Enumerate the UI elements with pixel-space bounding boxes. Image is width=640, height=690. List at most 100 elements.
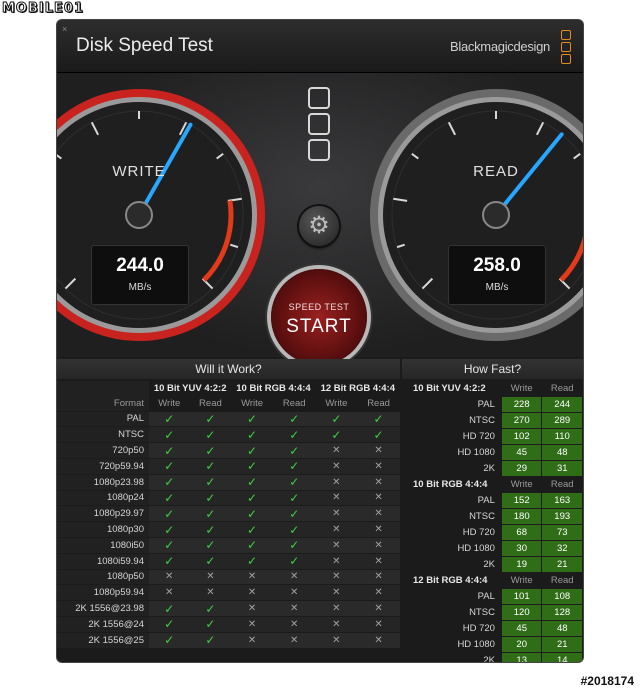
table-row: NTSC 120 128: [402, 604, 583, 621]
result-cell: ✓: [149, 600, 190, 617]
write-fps-value: 13: [500, 652, 543, 662]
write-fps-value: 228: [500, 396, 543, 413]
result-cell: ✓: [231, 442, 273, 459]
write-column-header: Write: [158, 397, 181, 409]
checkmark-icon: ✓: [205, 633, 216, 648]
cross-icon: ✕: [247, 634, 257, 646]
cross-icon: ✕: [290, 618, 299, 630]
result-cell: ✓: [272, 536, 316, 554]
table-row: 1080p23.98 ✓ ✓ ✓ ✓ ✕ ✕: [57, 473, 400, 491]
checkmark-icon: ✓: [289, 459, 300, 474]
group-name: 10 Bit YUV 4:2:2: [413, 383, 486, 395]
read-fps-value: 289: [541, 412, 583, 429]
settings-gear-button[interactable]: ⚙: [299, 206, 339, 246]
read-fps-value: 32: [541, 540, 583, 557]
result-cell: ✕: [357, 521, 400, 538]
result-cell: ✓: [189, 600, 232, 617]
read-column-header: Read: [367, 397, 390, 409]
result-cell: ✓: [149, 521, 190, 538]
result-cell: ✕: [357, 473, 400, 491]
checkmark-icon: ✓: [205, 475, 216, 490]
result-cell: ✕: [272, 568, 316, 585]
table-row: HD 720 45 48: [402, 620, 583, 637]
table-row: 2K 1556@23.98 ✓ ✓ ✕ ✕ ✕ ✕: [57, 600, 400, 617]
close-icon[interactable]: ×: [62, 24, 67, 34]
format-name: 2K 1556@23.98: [57, 600, 149, 617]
format-name: PAL: [57, 410, 149, 427]
gauge-hub: [482, 201, 510, 229]
checkmark-icon: ✓: [205, 554, 216, 569]
group-name: 10 Bit RGB 4:4:4: [413, 479, 488, 490]
cross-icon: ✕: [374, 476, 383, 488]
write-fps-value: 29: [500, 460, 543, 477]
format-name: 1080p23.98: [57, 473, 149, 491]
cross-icon: ✕: [247, 603, 257, 615]
result-cell: ✕: [315, 489, 358, 506]
format-name: 1080p24: [57, 489, 149, 506]
result-cell: ✓: [231, 505, 273, 522]
cross-icon: ✕: [165, 571, 174, 583]
format-name: NTSC: [469, 607, 495, 618]
table-row: PAL 152 163: [402, 492, 583, 509]
write-speed-unit: MB/s: [128, 282, 152, 293]
start-button[interactable]: SPEED TEST START: [271, 269, 367, 365]
checkmark-icon: ✓: [289, 443, 300, 458]
write-fps-value: 20: [500, 636, 543, 653]
result-cell: ✕: [231, 600, 273, 617]
checkmark-icon: ✓: [205, 538, 216, 553]
table-row: HD 1080 45 48: [402, 444, 583, 461]
result-cell: ✓: [189, 489, 232, 506]
result-cell: ✓: [189, 631, 232, 648]
cross-icon: ✕: [374, 587, 383, 599]
cross-icon: ✕: [374, 618, 383, 630]
checkmark-icon: ✓: [164, 538, 175, 553]
table-row: NTSC ✓ ✓ ✓ ✓ ✓ ✓: [57, 426, 400, 443]
checkmark-icon: ✓: [289, 427, 300, 442]
result-cell: ✓: [149, 473, 190, 491]
result-cell: ✕: [315, 536, 358, 554]
result-cell: ✕: [315, 442, 358, 459]
format-name: 1080i59.94: [57, 552, 149, 570]
cross-icon: ✕: [332, 634, 341, 646]
result-cell: ✓: [272, 521, 316, 538]
result-cell: ✓: [149, 410, 190, 427]
table-row: 2K 1556@25 ✓ ✓ ✕ ✕ ✕ ✕: [57, 631, 400, 648]
result-cell: ✕: [357, 442, 400, 459]
checkmark-icon: ✓: [247, 443, 258, 458]
result-cell: ✕: [272, 600, 316, 617]
result-cell: ✓: [231, 489, 273, 506]
read-fps-value: 128: [541, 604, 583, 621]
format-name: 1080p29.97: [57, 505, 149, 522]
result-cell: ✓: [149, 631, 190, 648]
result-cell: ✕: [272, 631, 316, 648]
result-cell: ✓: [189, 473, 232, 491]
result-cell: ✕: [357, 631, 400, 648]
cross-icon: ✕: [290, 603, 299, 615]
gauge-area: WRITE 244.0 MB/s ⚙ SPEED TEST START READ…: [57, 73, 583, 365]
result-cell: ✓: [231, 426, 273, 443]
result-cell: ✕: [357, 600, 400, 617]
group-header: 10 Bit RGB 4:4:4: [236, 382, 311, 394]
read-fps-value: 31: [541, 460, 583, 477]
checkmark-icon: ✓: [331, 411, 342, 426]
cross-icon: ✕: [206, 587, 215, 599]
checkmark-icon: ✓: [247, 475, 258, 490]
table-row: 1080p24 ✓ ✓ ✓ ✓ ✕ ✕: [57, 489, 400, 506]
checkmark-icon: ✓: [164, 633, 175, 648]
write-fps-value: 152: [500, 492, 543, 509]
gauge-hub: [125, 201, 153, 229]
blackmagic-logo-icon: [308, 87, 330, 165]
cross-icon: ✕: [247, 618, 257, 630]
cross-icon: ✕: [374, 445, 383, 457]
checkmark-icon: ✓: [205, 411, 216, 426]
result-cell: ✓: [272, 473, 316, 491]
result-cell: ✕: [315, 600, 358, 617]
result-cell: ✕: [315, 457, 358, 475]
checkmark-icon: ✓: [205, 522, 216, 537]
result-cell: ✕: [149, 584, 190, 601]
result-cell: ✓: [231, 473, 273, 491]
write-speed-value: 244.0: [116, 255, 164, 276]
read-gauge-dial: [370, 89, 583, 341]
result-cell: ✓: [315, 426, 358, 443]
brand-logo-icon: [561, 30, 571, 66]
